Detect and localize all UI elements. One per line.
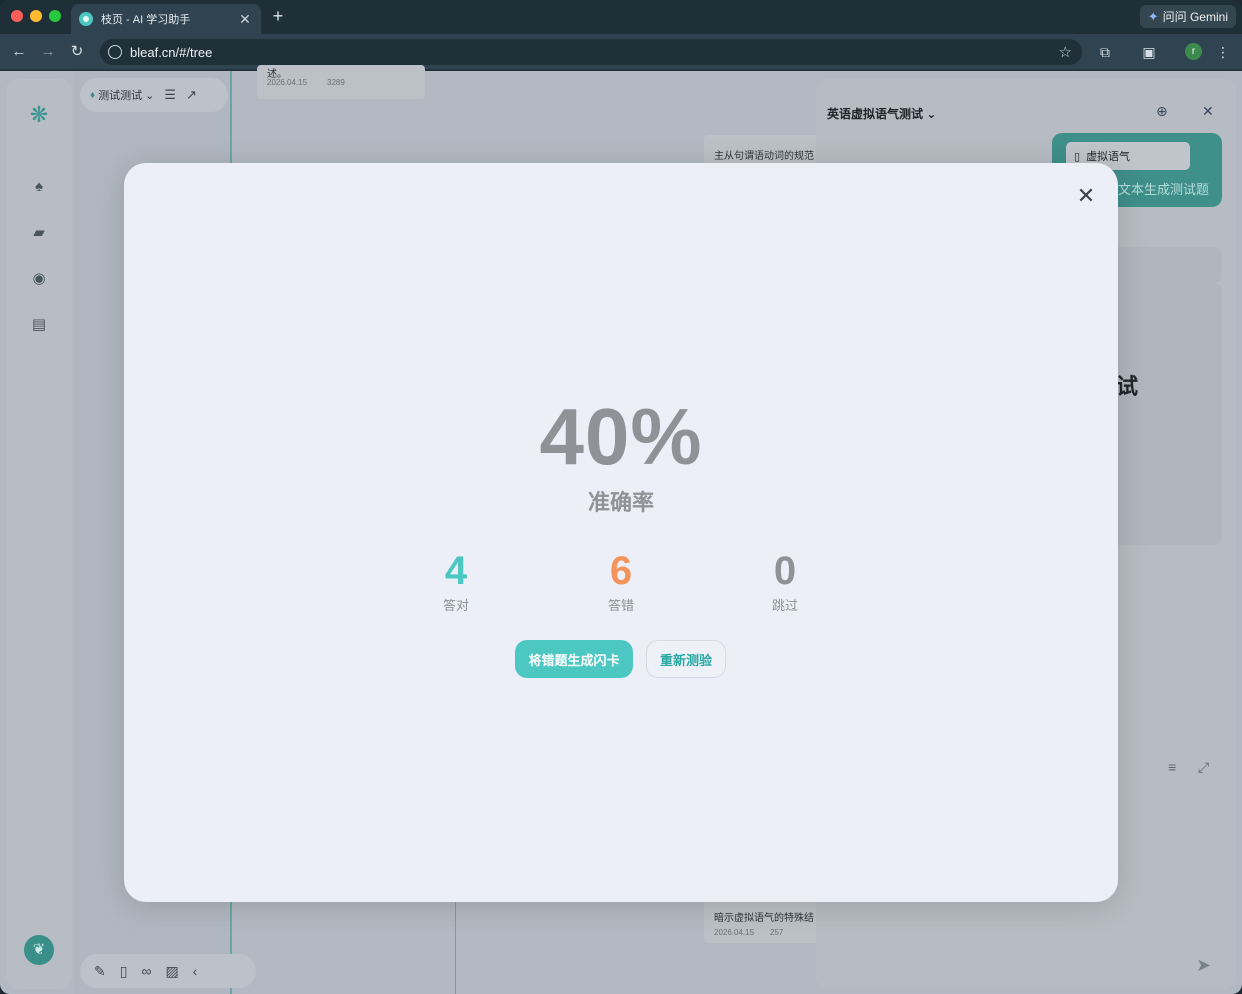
gemini-button[interactable]: ✦ 问问 Gemini: [1139, 5, 1236, 28]
wrong-stat: 6 答错: [581, 549, 661, 614]
card-count: 257: [770, 928, 784, 937]
close-window-button[interactable]: [11, 10, 23, 22]
panel-title-text: 英语虚拟语气测试: [827, 107, 924, 121]
tree-name-label: 测试测试: [98, 90, 143, 102]
leaf-icon: ♦: [90, 89, 96, 101]
tree-selector[interactable]: ♦ 测试测试 ⌄: [90, 87, 154, 103]
generate-quiz-label: 文本生成测试题: [1118, 182, 1210, 197]
card-text: 主从句谓语动词的规范: [714, 151, 814, 162]
panel-title[interactable]: 英语虚拟语气测试 ⌄: [827, 105, 936, 122]
browser-window: 枝页 - AI 学习助手 ✕ + ✦ 问问 Gemini ← → ↻ bleaf…: [0, 0, 1242, 994]
new-chat-icon[interactable]: ⊕: [1156, 103, 1168, 120]
extensions-icon[interactable]: ⧉: [1095, 42, 1115, 62]
send-icon[interactable]: ➤: [1196, 955, 1211, 976]
browser-tab[interactable]: 枝页 - AI 学习助手 ✕: [71, 4, 261, 34]
card-date: 2026.04.15: [714, 928, 755, 937]
bottom-toolbar: ✎ ▯ ∞ ▨ ‹: [80, 954, 256, 988]
quiz-result-modal: ✕ 40% 准确率 4 答对 6 答错 0 跳过 将错题生成闪卡 重新测验: [124, 163, 1118, 902]
ai-icon[interactable]: ◉: [29, 269, 49, 289]
forward-arrow-icon[interactable]: →: [38, 42, 58, 62]
correct-count: 4: [444, 549, 468, 593]
reading-mode-icon[interactable]: ▣: [1139, 42, 1159, 62]
card-text: 暗示虚拟语气的特殊结: [714, 913, 814, 924]
accuracy-percent: 40%: [539, 392, 703, 481]
close-panel-icon[interactable]: ✕: [1202, 103, 1214, 120]
user-avatar[interactable]: ❦: [24, 935, 54, 965]
document-icon[interactable]: ▯: [120, 963, 128, 980]
close-modal-icon[interactable]: ✕: [1074, 184, 1098, 208]
leaf-logo-icon[interactable]: ❋: [26, 102, 52, 128]
expand-icon[interactable]: ⤢: [1198, 759, 1209, 776]
maximize-window-button[interactable]: [49, 10, 61, 22]
gemini-label: 问问 Gemini: [1162, 10, 1228, 24]
url-text: bleaf.cn/#/tree: [130, 44, 213, 60]
correct-label: 答对: [442, 598, 469, 613]
new-tab-button[interactable]: +: [270, 6, 286, 27]
skipped-stat: 0 跳过: [745, 549, 825, 614]
tree-branch-line: [455, 901, 456, 994]
chevron-left-icon[interactable]: ‹: [193, 963, 198, 979]
tab-bar: 枝页 - AI 学习助手 ✕ + ✦ 问问 Gemini: [0, 0, 1242, 34]
back-arrow-icon[interactable]: ←: [9, 42, 29, 62]
card-count: 3289: [327, 78, 345, 87]
share-icon[interactable]: ↗: [186, 87, 197, 103]
list-icon[interactable]: ☰: [164, 87, 176, 103]
url-field[interactable]: bleaf.cn/#/tree ☆: [100, 39, 1082, 65]
skipped-label: 跳过: [771, 598, 798, 613]
sidebar: ❋ ♠ ▰ ◉ ▤ ❦: [6, 79, 72, 989]
tree-node-card[interactable]: 暗示虚拟语气的特殊结 2026.04.15 257: [704, 899, 818, 943]
make-flashcards-button[interactable]: 将错题生成闪卡: [515, 640, 633, 678]
address-bar-row: ← → ↻ bleaf.cn/#/tree ☆ ⧉ ▣ ⋮: [0, 34, 1242, 70]
tree-node-card[interactable]: 述。 2026.04.15 3289: [257, 65, 425, 99]
tree-toolbar: ♦ 测试测试 ⌄ ☰ ↗: [80, 78, 228, 112]
minimize-window-button[interactable]: [30, 10, 42, 22]
document-icon: ▯: [1074, 150, 1081, 163]
site-settings-icon[interactable]: [108, 45, 122, 59]
wrong-label: 答错: [607, 598, 634, 613]
image-icon[interactable]: ▨: [165, 963, 178, 980]
topic-chip-label: 虚拟语气: [1086, 151, 1131, 163]
chevron-down-icon: ⌄: [145, 89, 155, 102]
site-favicon-icon: [79, 12, 93, 26]
reload-icon[interactable]: ↻: [67, 42, 87, 62]
archive-icon[interactable]: ▤: [29, 315, 49, 335]
more-menu-icon[interactable]: ⋮: [1213, 42, 1233, 62]
accuracy-label: 准确率: [587, 490, 654, 515]
panel-heading-text: 试: [1116, 374, 1139, 399]
skipped-count: 0: [773, 549, 797, 593]
pencil-icon[interactable]: ✎: [94, 963, 106, 980]
cards-icon[interactable]: ▰: [29, 223, 49, 243]
tree-node-card[interactable]: 主从句谓语动词的规范: [704, 135, 818, 165]
tree-icon[interactable]: ♠: [29, 177, 49, 197]
bookmark-star-icon[interactable]: ☆: [1059, 43, 1072, 61]
correct-stat: 4 答对: [416, 549, 496, 614]
favorites-list-icon[interactable]: ≡: [1168, 759, 1176, 775]
card-date: 2026.04.15: [267, 78, 308, 87]
gemini-sparkle-icon: ✦: [1147, 8, 1159, 24]
retry-quiz-button[interactable]: 重新测验: [646, 640, 726, 678]
tab-title: 枝页 - AI 学习助手: [101, 14, 191, 26]
close-tab-icon[interactable]: ✕: [237, 11, 253, 28]
link-icon[interactable]: ∞: [141, 963, 151, 979]
wrong-count: 6: [609, 549, 633, 593]
profile-avatar[interactable]: r: [1185, 43, 1202, 60]
